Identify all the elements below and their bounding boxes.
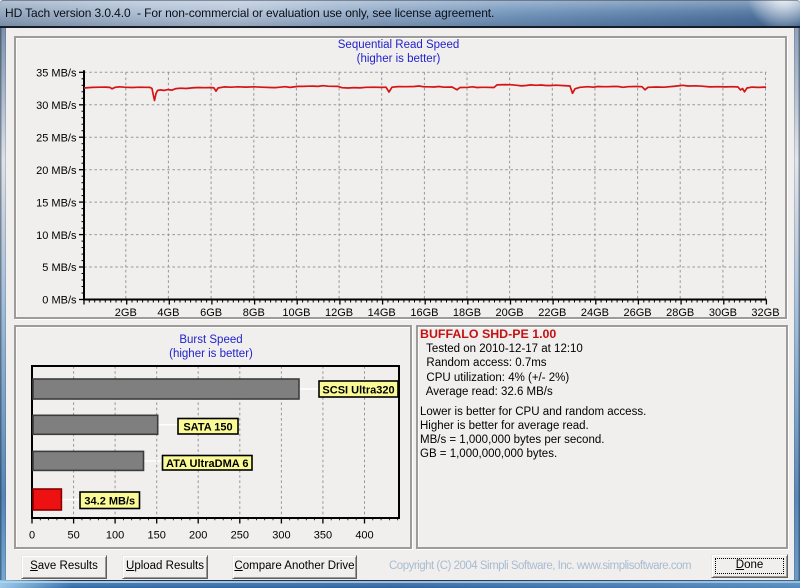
svg-text:32GB: 32GB [751,307,779,319]
svg-text:4GB: 4GB [157,307,179,319]
svg-text:20GB: 20GB [496,307,524,319]
svg-text:6GB: 6GB [200,307,222,319]
svg-text:300: 300 [272,530,290,542]
svg-text:150: 150 [148,530,166,542]
svg-text:10 MB/s: 10 MB/s [36,230,77,242]
svg-text:24GB: 24GB [581,307,609,319]
svg-text:35 MB/s: 35 MB/s [36,68,77,80]
svg-text:250: 250 [231,530,249,542]
svg-text:22GB: 22GB [538,307,566,319]
svg-text:14GB: 14GB [368,307,396,319]
svg-text:34.2 MB/s: 34.2 MB/s [84,496,135,508]
svg-text:8GB: 8GB [243,307,265,319]
svg-text:200: 200 [189,530,207,542]
svg-text:26GB: 26GB [624,307,652,319]
svg-text:400: 400 [355,530,373,542]
svg-text:ATA UltraDMA 6: ATA UltraDMA 6 [166,458,249,470]
svg-text:0 MB/s: 0 MB/s [42,295,77,307]
svg-text:18GB: 18GB [453,307,481,319]
svg-text:20 MB/s: 20 MB/s [36,165,77,177]
svg-text:SCSI Ultra320: SCSI Ultra320 [322,384,394,396]
svg-text:30 MB/s: 30 MB/s [36,100,77,112]
svg-text:28GB: 28GB [666,307,694,319]
svg-text:350: 350 [314,530,332,542]
svg-text:16GB: 16GB [410,307,438,319]
svg-text:50: 50 [67,530,79,542]
svg-text:25 MB/s: 25 MB/s [36,132,77,144]
svg-text:2GB: 2GB [115,307,137,319]
svg-text:100: 100 [106,530,124,542]
svg-text:30GB: 30GB [709,307,737,319]
svg-text:0: 0 [29,530,35,542]
svg-text:12GB: 12GB [325,307,353,319]
svg-text:SATA 150: SATA 150 [183,422,232,434]
svg-text:10GB: 10GB [282,307,310,319]
svg-text:15 MB/s: 15 MB/s [36,197,77,209]
svg-text:5 MB/s: 5 MB/s [42,262,77,274]
